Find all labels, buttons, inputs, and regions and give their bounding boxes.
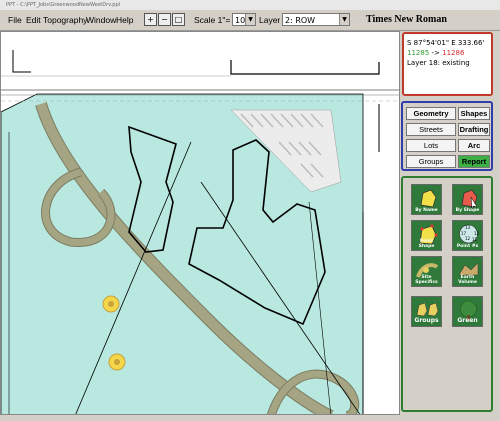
- menu-file[interactable]: File: [8, 10, 22, 30]
- font-name-label[interactable]: Times New Roman: [366, 10, 447, 30]
- groups-tool-button[interactable]: Groups: [411, 296, 442, 327]
- tool-palette: By Name By Shape Point Shape 13 12 17 12…: [401, 176, 493, 412]
- svg-text:11: 11: [472, 237, 478, 242]
- earth-volume-button[interactable]: Earth Volume: [452, 256, 483, 287]
- window-title: PPT - C:\PPT_Jobs\GreenwoodNewWestDrv.pp…: [6, 2, 121, 8]
- point-shape-label: Point Shape: [418, 239, 435, 249]
- shapes-button[interactable]: Shapes: [458, 107, 490, 120]
- by-shape-button[interactable]: By Shape: [452, 184, 483, 215]
- layer-value: 2: ROW: [285, 16, 316, 25]
- streets-button[interactable]: Streets: [406, 123, 456, 136]
- site-specifics-label: Site Specifics: [415, 275, 438, 285]
- menu-edit[interactable]: Edit: [26, 10, 41, 30]
- drafting-button[interactable]: Drafting: [458, 123, 490, 136]
- by-shape-label: By Shape: [455, 208, 480, 213]
- tree-icon: [102, 295, 120, 313]
- arc-button[interactable]: Arc: [458, 139, 490, 152]
- site-plan-drawing: [1, 50, 399, 414]
- zoom-in-button[interactable]: +: [144, 13, 157, 26]
- point-numbers-button[interactable]: 13 12 17 12 11 Point #s: [452, 220, 483, 251]
- mode-panel: Geometry Shapes Streets Drafting Lots Ar…: [401, 101, 493, 171]
- chevron-down-icon: ▼: [339, 14, 349, 25]
- svg-text:12: 12: [465, 236, 471, 241]
- layer-status: Layer 18: existing: [407, 59, 470, 67]
- geometry-button[interactable]: Geometry: [406, 107, 456, 120]
- groups-button[interactable]: Groups: [406, 155, 456, 168]
- zoom-out-button[interactable]: −: [158, 13, 171, 26]
- lots-button[interactable]: Lots: [406, 139, 456, 152]
- groups-tool-label: Groups: [414, 317, 439, 324]
- tree-icon: [108, 353, 126, 371]
- svg-text:12: 12: [474, 231, 480, 236]
- row-boundary: [12, 50, 31, 73]
- drawing-canvas[interactable]: [0, 31, 400, 415]
- by-name-button[interactable]: By Name: [411, 184, 442, 215]
- menu-topography[interactable]: Topography: [43, 10, 87, 30]
- report-button[interactable]: Report: [458, 155, 490, 168]
- site-specifics-button[interactable]: Site Specifics: [411, 256, 442, 287]
- green-button[interactable]: Green: [452, 296, 483, 327]
- menu-bar: File Edit Topography Window Help + − □ S…: [0, 10, 500, 31]
- green-label: Green: [457, 317, 478, 324]
- menu-help[interactable]: Help: [116, 10, 133, 30]
- bearing-readout: S 87°54'01" E 333.66': [407, 39, 485, 47]
- point-shape-button[interactable]: Point Shape: [411, 220, 442, 251]
- info-panel: S 87°54'01" E 333.66' 11285 -> 11286 Lay…: [402, 32, 493, 96]
- svg-text:13: 13: [465, 225, 471, 230]
- layer-label: Layer: [259, 15, 281, 25]
- earth-volume-label: Earth Volume: [458, 275, 477, 285]
- by-name-label: By Name: [415, 208, 438, 213]
- point-numbers-label: Point #s: [456, 244, 479, 249]
- range-from: 11285: [407, 49, 430, 57]
- chevron-down-icon: ▼: [245, 14, 255, 25]
- point-range: 11285 -> 11286: [407, 48, 488, 58]
- row-boundary: [230, 60, 380, 75]
- range-arrow: ->: [429, 49, 443, 57]
- layer-select[interactable]: 2: ROW ▼: [282, 13, 350, 26]
- range-to: 11286: [442, 49, 465, 57]
- scale-label: Scale 1"=: [194, 15, 231, 25]
- zoom-fit-button[interactable]: □: [172, 13, 185, 26]
- menu-window[interactable]: Window: [86, 10, 116, 30]
- scale-select[interactable]: 100 ▼: [232, 13, 256, 26]
